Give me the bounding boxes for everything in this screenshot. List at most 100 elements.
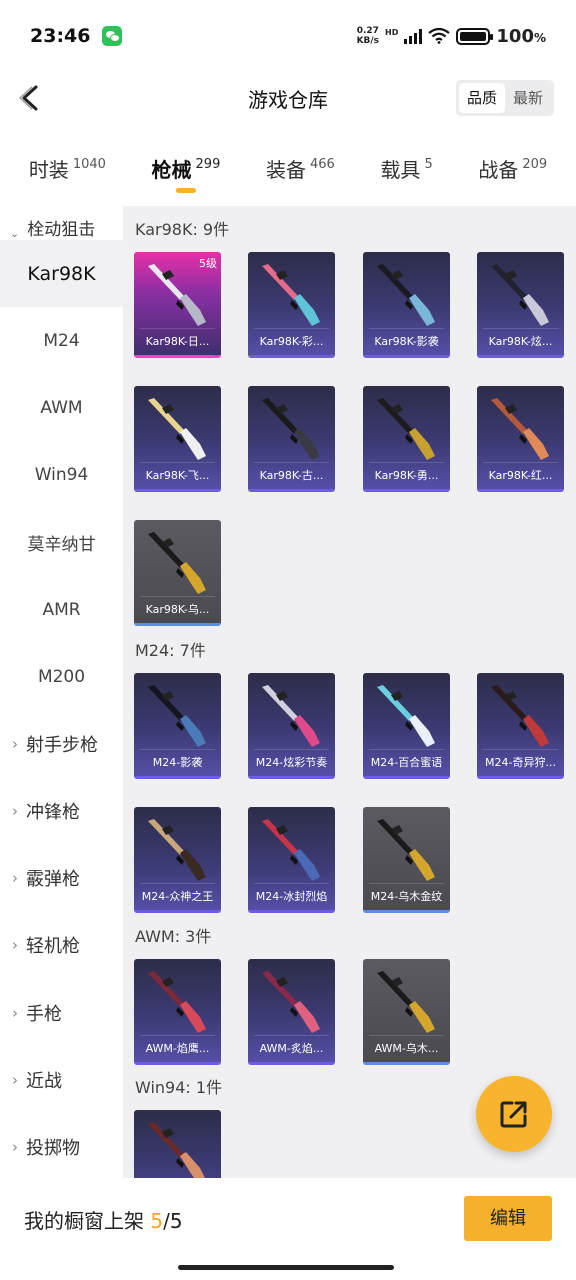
tab-vehicles[interactable]: 载具 5 [380,140,432,202]
weapon-skin-card[interactable]: M24-炫彩节奏 [248,673,335,779]
signal-icon [404,28,423,44]
network-speed: 0.27 KB/s [357,26,379,46]
sidebar-item-mosin[interactable]: 莫辛纳甘 [0,509,123,576]
status-time: 23:46 [30,25,91,47]
sidebar-item-amr[interactable]: AMR [0,576,123,643]
sort-newest-button[interactable]: 最新 [505,83,551,113]
chevron-right-icon: › [12,936,18,955]
weapon-skin-name: AWM-乌木... [374,1042,439,1055]
rifle-icon [262,264,320,326]
tab-weapons[interactable]: 枪械 299 [152,140,221,202]
network-speed-unit: KB/s [356,36,380,46]
weapon-skin-card[interactable]: Kar98K-古... [248,386,335,492]
weapon-skin-card[interactable]: M24-冰封烈焰 [248,807,335,913]
sidebar-group-bolt-action[interactable]: ⌄ 栓动狙击 [0,206,123,240]
sidebar-cat-lmg[interactable]: › 轻机枪 [0,912,123,979]
section-title: AWM: 3件 [135,927,212,946]
weapon-skin-name: Kar98K-勇... [374,469,439,482]
weapon-skin-name: Kar98K-炫... [488,335,553,348]
home-indicator [178,1265,394,1270]
rifle-icon [491,264,549,326]
weapon-skin-name: Kar98K-影袭 [374,335,439,348]
weapon-skin-card[interactable]: Kar98K-乌... [134,520,221,626]
edit-button[interactable]: 编辑 [464,1196,552,1241]
sidebar-cat-label: 轻机枪 [26,936,80,958]
status-bar: 23:46 0.27 KB/s HD 100% [0,0,576,72]
tab-label: 装备 [265,158,306,182]
tab-count: 299 [195,157,221,172]
sidebar-cat-melee[interactable]: › 近战 [0,1046,123,1113]
sidebar-cat-throwable[interactable]: › 投掷物 [0,1113,123,1178]
weapon-skin-card[interactable]: M24-乌木金纹 [363,807,450,913]
back-arrow-icon[interactable] [12,80,48,116]
tab-label: 载具 [380,158,421,182]
sidebar-cat-label: 投掷物 [26,1138,80,1160]
weapon-skin-name: AWM-炙焰... [259,1042,324,1055]
rifle-icon [262,819,320,881]
sort-quality-button[interactable]: 品质 [459,83,505,113]
weapon-skin-card[interactable]: Kar98K-影袭 [363,252,450,358]
rifle-icon [148,971,206,1033]
rifle-icon [377,819,435,881]
section-title: M24: 7件 [135,641,206,660]
rifle-icon [377,398,435,460]
weapon-skin-card[interactable]: AWM-乌木... [363,959,450,1065]
weapon-skin-name: Kar98K-飞... [145,469,210,482]
weapon-skin-card[interactable]: M24-百合蜜语 [363,673,450,779]
showcase-total: /5 [163,1209,183,1233]
tab-label: 战备 [478,158,519,182]
section-title: Win94: 1件 [135,1078,223,1097]
battery-level: 100% [496,25,546,47]
active-tab-indicator [175,188,196,193]
weapon-skin-card[interactable]: Kar98K-红... [477,386,564,492]
rifle-icon [148,532,206,594]
weapon-skin-card[interactable]: Win94-... [134,1110,221,1178]
tab-label: 时装 [28,158,69,182]
sidebar-item-awm[interactable]: AWM [0,374,123,441]
sort-toggle: 品质 最新 [456,80,554,116]
sidebar-cat-smg[interactable]: › 冲锋枪 [0,778,123,845]
sidebar-cat-label: 射手步枪 [26,734,98,756]
sidebar-item-kar98k[interactable]: Kar98K [0,240,123,308]
weapon-skin-card[interactable]: M24-奇异狩... [477,673,564,779]
weapon-skin-card[interactable]: M24-众神之王 [134,807,221,913]
share-fab-button[interactable] [476,1076,552,1152]
chevron-right-icon: › [12,869,18,888]
weapon-skin-card[interactable]: Kar98K-炫... [477,252,564,358]
rifle-icon [491,685,549,747]
wechat-notification-icon [102,26,123,46]
sidebar-item-m24[interactable]: M24 [0,307,123,374]
weapon-skin-card[interactable]: Kar98K-勇... [363,386,450,492]
sidebar-cat-pistol[interactable]: › 手枪 [0,979,123,1046]
showcase-current: 5 [150,1209,164,1233]
tab-equipment[interactable]: 装备 466 [266,140,335,202]
weapon-skin-card[interactable]: Kar98K-彩... [248,252,335,358]
chevron-right-icon: › [12,1003,18,1022]
weapon-skin-name: M24-冰封烈焰 [255,890,328,903]
page-header: 游戏仓库 品质 最新 [0,72,576,126]
weapon-skin-card[interactable]: AWM-炙焰... [248,959,335,1065]
weapon-skin-card[interactable]: 5级 Kar98K-日... [134,252,221,358]
showcase-status: 我的橱窗上架 5/5 [24,1205,183,1234]
weapon-skin-name: M24-影袭 [152,756,203,769]
weapon-skin-card[interactable]: M24-影袭 [134,673,221,779]
sidebar-cat-label: 近战 [26,1070,62,1092]
weapon-skin-card[interactable]: Kar98K-飞... [134,386,221,492]
tab-count: 1040 [72,157,106,172]
weapon-skin-name: M24-乌木金纹 [370,890,443,903]
rifle-icon [262,685,320,747]
sidebar-item-m200[interactable]: M200 [0,643,123,710]
sidebar-item-win94[interactable]: Win94 [0,442,123,509]
network-speed-value: 0.27 [356,26,379,36]
sidebar-cat-shotgun[interactable]: › 霰弹枪 [0,845,123,912]
sidebar-cat-label: 霰弹枪 [26,869,80,891]
tab-battle-gear[interactable]: 战备 209 [478,140,547,202]
category-tabs: 时装 1040 枪械 299 装备 466 载具 5 战备 209 [0,140,576,202]
weapon-skin-name: AWM-焰鹰... [145,1042,210,1055]
rifle-icon [148,685,206,747]
sidebar-cat-dmr[interactable]: › 射手步枪 [0,710,123,777]
bottom-bar: 我的橱窗上架 5/5 编辑 [0,1178,576,1260]
rifle-icon [262,398,320,460]
tab-fashion[interactable]: 时装 1040 [29,140,106,202]
weapon-skin-card[interactable]: AWM-焰鹰... [134,959,221,1065]
